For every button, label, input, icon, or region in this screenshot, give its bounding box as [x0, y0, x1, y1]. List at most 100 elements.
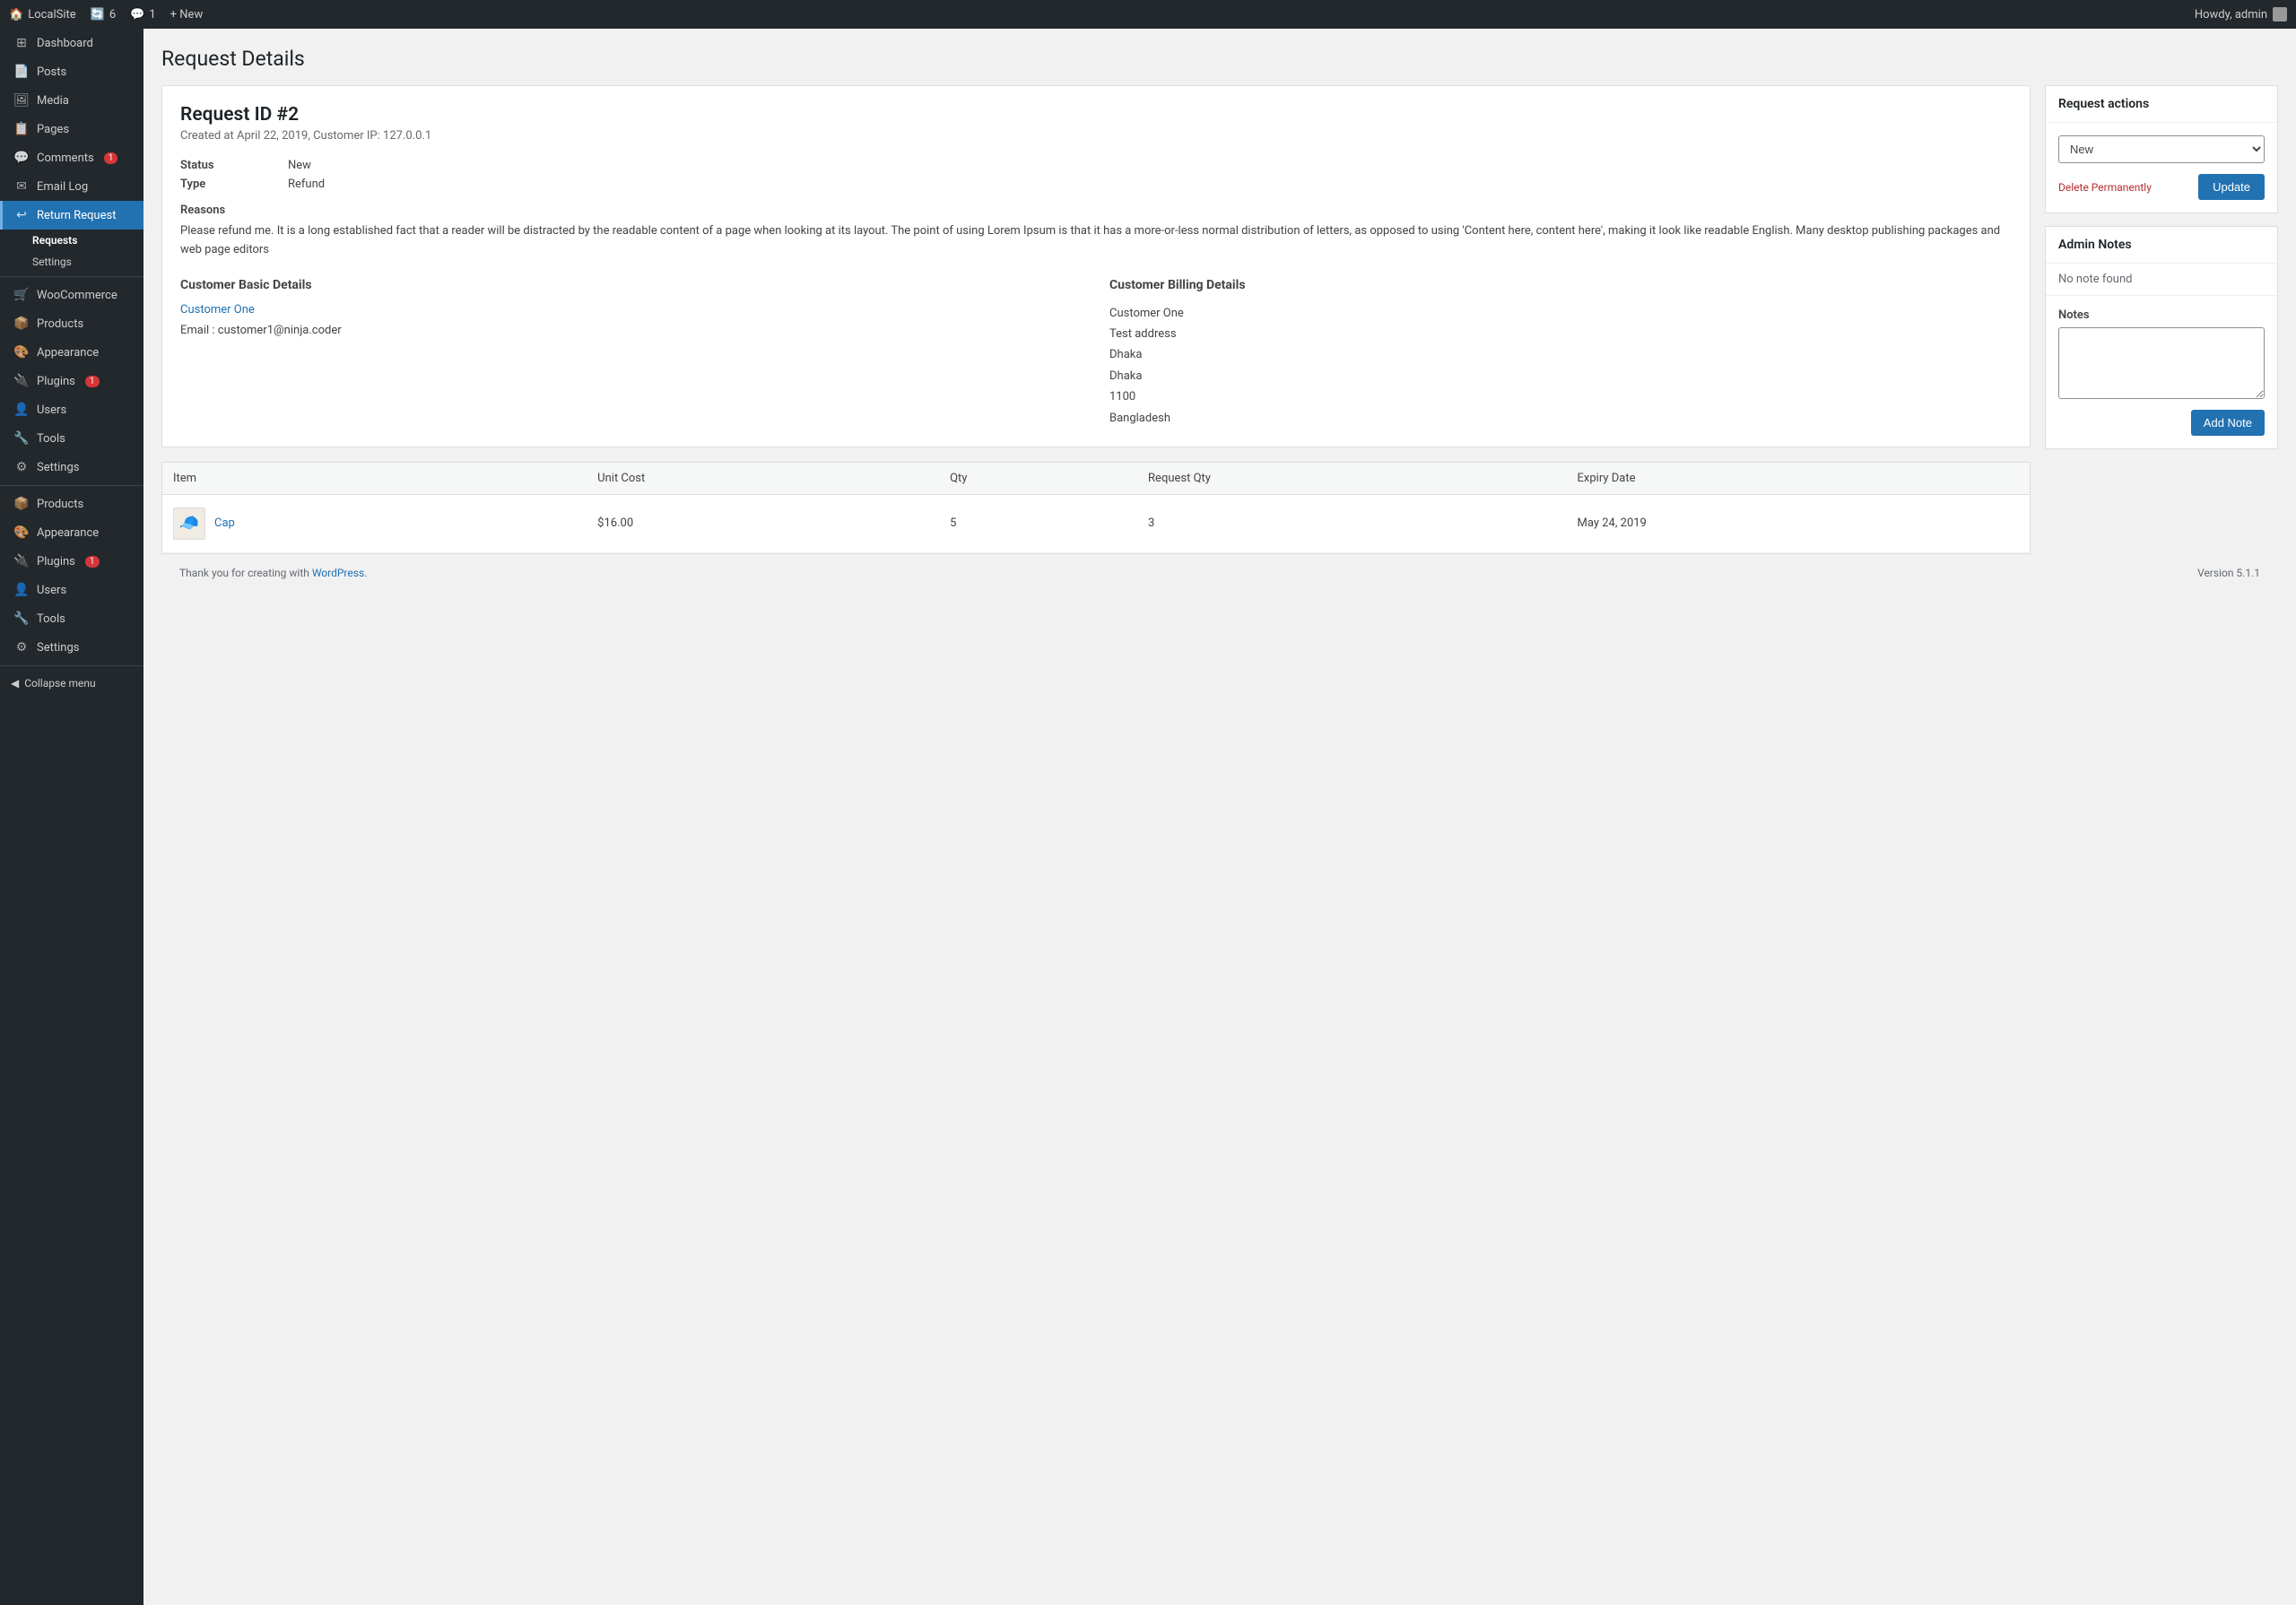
type-value: Refund — [288, 178, 325, 191]
item-expiry-date: May 24, 2019 — [1567, 494, 2030, 552]
updates-icon: 🔄 — [91, 8, 105, 22]
new-label: + New — [170, 8, 204, 22]
collapse-label: Collapse menu — [24, 677, 95, 690]
users-1-icon: 👤 — [13, 403, 30, 417]
sidebar-label-comments: Comments — [37, 152, 94, 165]
item-image: 🧢 — [173, 508, 205, 540]
item-qty: 5 — [939, 494, 1137, 552]
col-item: Item — [162, 463, 587, 495]
sidebar-item-media[interactable]: 🖼 Media — [0, 86, 144, 115]
sidebar-item-settings-2[interactable]: ⚙ Settings — [0, 633, 144, 662]
adminbar-site[interactable]: 🏠 LocalSite — [9, 8, 76, 22]
adminbar-updates[interactable]: 🔄 6 — [91, 8, 117, 22]
billing-zip: 1100 — [1109, 386, 2012, 407]
sidebar-item-comments[interactable]: 💬 Comments 1 — [0, 143, 144, 172]
customer-billing-col: Customer Billing Details Customer One Te… — [1109, 278, 2012, 429]
plugins-badge-1: 1 — [85, 376, 100, 387]
sidebar-label-settings-1: Settings — [37, 461, 79, 474]
howdy-text: Howdy, admin — [2195, 8, 2267, 22]
avatar — [2273, 7, 2287, 22]
updates-count: 6 — [109, 8, 116, 22]
home-icon: 🏠 — [9, 8, 23, 22]
sidebar-label-dashboard: Dashboard — [37, 37, 93, 50]
sidebar-item-users-2[interactable]: 👤 Users — [0, 576, 144, 604]
email-prefix: Email : — [180, 324, 218, 337]
sidebar-item-products-2[interactable]: 📦 Products — [0, 490, 144, 518]
sidebar-sub-label-requests: Requests — [32, 234, 77, 247]
collapse-menu-button[interactable]: ◀ Collapse menu — [0, 670, 144, 697]
pages-icon: 📋 — [13, 122, 30, 136]
sidebar-item-tools-2[interactable]: 🔧 Tools — [0, 604, 144, 633]
sidebar-label-email-log: Email Log — [37, 180, 88, 194]
sidebar-item-plugins-2[interactable]: 🔌 Plugins 1 — [0, 547, 144, 576]
page-title: Request Details — [161, 47, 2278, 71]
adminbar-comments-count: 1 — [149, 8, 155, 22]
sidebar-item-settings-1[interactable]: ⚙ Settings — [0, 453, 144, 482]
sidebar-label-users-2: Users — [37, 584, 66, 597]
plugins-2-icon: 🔌 — [13, 554, 30, 568]
notes-textarea[interactable] — [2058, 327, 2265, 399]
email-value: customer1@ninja.coder — [218, 324, 342, 337]
adminbar-comments[interactable]: 💬 1 — [130, 8, 156, 22]
sidebar-item-plugins-1[interactable]: 🔌 Plugins 1 — [0, 367, 144, 395]
appearance-1-icon: 🎨 — [13, 345, 30, 360]
col-request-qty: Request Qty — [1137, 463, 1567, 495]
sidebar-sub-settings[interactable]: Settings — [0, 251, 144, 273]
sidebar-item-tools-1[interactable]: 🔧 Tools — [0, 424, 144, 453]
notes-label: Notes — [2058, 308, 2265, 322]
sidebar: ⊞ Dashboard 📄 Posts 🖼 Media 📋 Pages 💬 Co… — [0, 29, 144, 1605]
comments-icon: 💬 — [130, 8, 144, 22]
adminbar-new[interactable]: + New — [170, 8, 204, 22]
item-name-link[interactable]: Cap — [214, 516, 235, 530]
plugins-1-icon: 🔌 — [13, 374, 30, 388]
add-note-button[interactable]: Add Note — [2191, 410, 2265, 436]
sidebar-label-appearance-2: Appearance — [37, 526, 99, 540]
sidebar-item-return-request[interactable]: ↩ Return Request — [0, 201, 144, 230]
sidebar-item-pages[interactable]: 📋 Pages — [0, 115, 144, 143]
main-column: Request ID #2 Created at April 22, 2019,… — [161, 85, 2031, 554]
item-request-qty: 3 — [1137, 494, 1567, 552]
sidebar-item-email-log[interactable]: ✉ Email Log — [0, 172, 144, 201]
settings-2-icon: ⚙ — [13, 640, 30, 655]
billing-country: Bangladesh — [1109, 408, 2012, 429]
col-unit-cost: Unit Cost — [587, 463, 939, 495]
sidebar-item-posts[interactable]: 📄 Posts — [0, 57, 144, 86]
status-select[interactable]: New Pending Processing Completed Cancell… — [2058, 135, 2265, 163]
billing-name: Customer One — [1109, 303, 2012, 324]
menu-separator-2 — [0, 485, 144, 486]
email-log-icon: ✉ — [13, 179, 30, 194]
update-button[interactable]: Update — [2198, 174, 2265, 200]
wordpress-link[interactable]: WordPress — [312, 567, 364, 579]
products-2-icon: 📦 — [13, 497, 30, 511]
status-label: Status — [180, 159, 288, 172]
settings-1-icon: ⚙ — [13, 460, 30, 474]
sidebar-item-appearance-1[interactable]: 🎨 Appearance — [0, 338, 144, 367]
reasons-text: Please refund me. It is a long establish… — [180, 222, 2012, 260]
request-actions-body: New Pending Processing Completed Cancell… — [2046, 123, 2277, 213]
customer-name-link[interactable]: Customer One — [180, 303, 255, 317]
sidebar-item-dashboard[interactable]: ⊞ Dashboard — [0, 29, 144, 57]
sidebar-label-media: Media — [37, 94, 69, 108]
sidebar-item-appearance-2[interactable]: 🎨 Appearance — [0, 518, 144, 547]
customer-billing-title: Customer Billing Details — [1109, 278, 2012, 292]
admin-notes-title: Admin Notes — [2046, 227, 2277, 264]
sidebar-item-products-1[interactable]: 📦 Products — [0, 309, 144, 338]
sidebar-sub-requests[interactable]: Requests — [0, 230, 144, 251]
sidebar-item-users-1[interactable]: 👤 Users — [0, 395, 144, 424]
sidebar-label-products-2: Products — [37, 498, 83, 511]
sidebar-item-woocommerce[interactable]: 🛒 WooCommerce — [0, 281, 144, 309]
delete-permanently-link[interactable]: Delete Permanently — [2058, 181, 2152, 194]
actions-row: Delete Permanently Update — [2058, 174, 2265, 200]
status-row: Status New — [180, 159, 2012, 172]
tools-1-icon: 🔧 — [13, 431, 30, 446]
no-note-text: No note found — [2046, 264, 2277, 296]
footer-thank-you-text: Thank you for creating with — [179, 567, 312, 579]
sidebar-label-plugins-1: Plugins — [37, 375, 75, 388]
customer-basic-col: Customer Basic Details Customer One Emai… — [180, 278, 1083, 429]
comments-badge: 1 — [104, 152, 118, 164]
items-card: Item Unit Cost Qty Request Qty Expiry Da… — [161, 462, 2031, 554]
customer-basic-title: Customer Basic Details — [180, 278, 1083, 292]
footer-thanks: Thank you for creating with WordPress. — [179, 567, 367, 579]
admin-notes-body: Notes Add Note — [2046, 296, 2277, 448]
sidebar-label-appearance-1: Appearance — [37, 346, 99, 360]
